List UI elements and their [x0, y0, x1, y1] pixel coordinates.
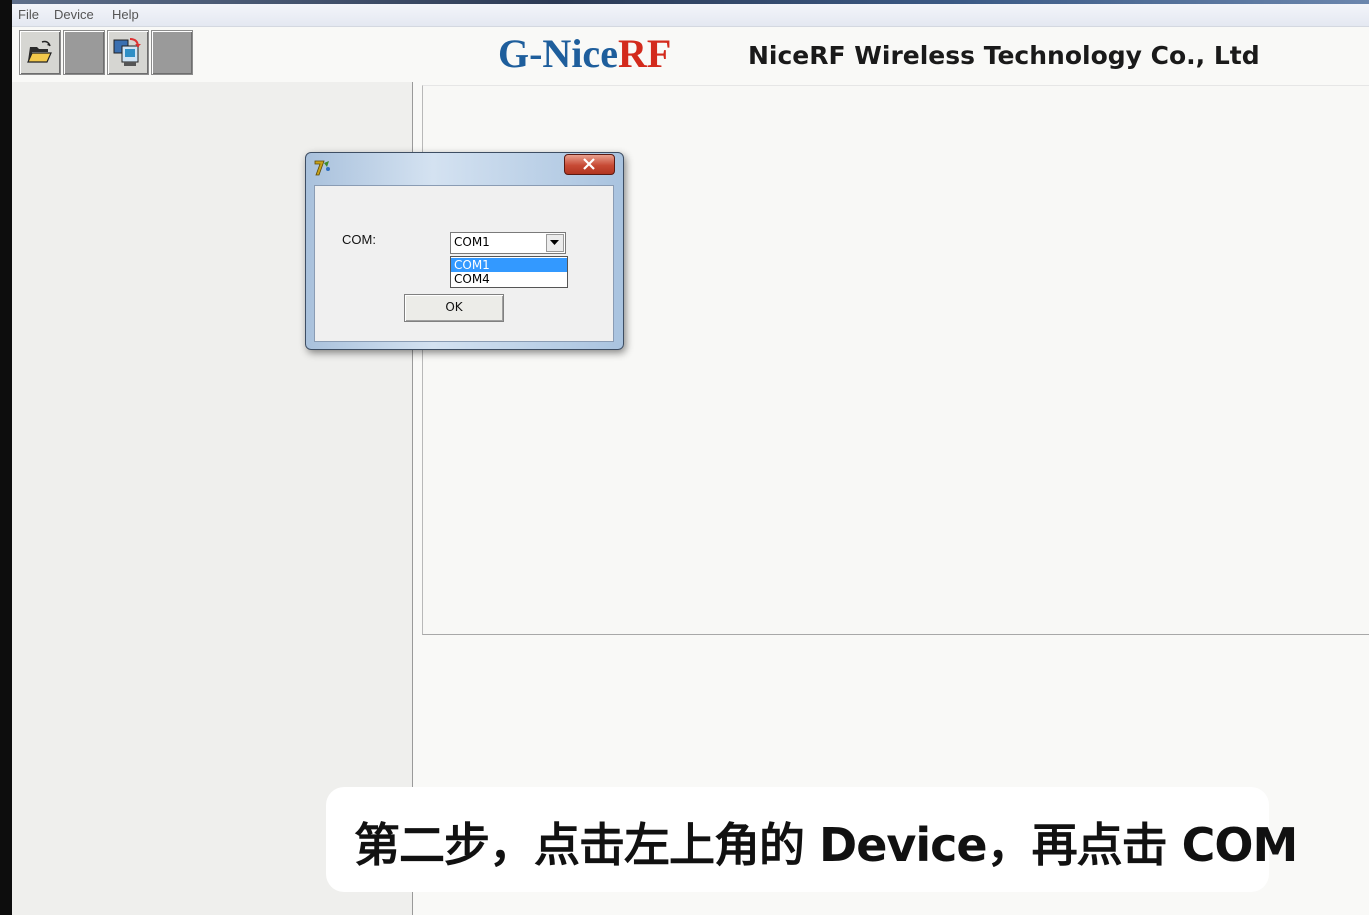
menu-file[interactable]: File — [18, 7, 39, 22]
com-options-list: COM1 COM4 — [450, 256, 568, 288]
com-select-value: COM1 — [454, 235, 490, 249]
ok-button[interactable]: OK — [404, 294, 504, 322]
menu-bar: File Device Help — [12, 4, 1369, 27]
subtitle-caption: 第二步，点击左上角的 Device，再点击 COM — [326, 787, 1298, 892]
dropdown-arrow-button[interactable] — [546, 234, 564, 252]
open-button[interactable] — [19, 30, 61, 75]
caption-text: 第二步，点击左上角的 Device，再点击 COM — [354, 818, 1298, 872]
close-button[interactable] — [564, 154, 615, 175]
screen-edge — [0, 0, 12, 915]
close-icon — [583, 158, 595, 170]
app-icon — [314, 160, 330, 176]
brand-suffix: RF — [617, 31, 672, 76]
toolbar — [12, 27, 413, 82]
open-folder-icon — [27, 40, 52, 63]
toolbar-button-2[interactable] — [63, 30, 105, 75]
com-option[interactable]: COM1 — [451, 258, 567, 272]
toolbar-button-4[interactable] — [151, 30, 193, 75]
com-dialog: COM: COM1 COM1 COM4 OK — [305, 152, 624, 350]
device-config-icon — [113, 38, 141, 66]
brand-prefix: G-Nice — [498, 31, 618, 76]
menu-help[interactable]: Help — [112, 7, 139, 22]
dialog-body: COM: COM1 COM1 COM4 OK — [314, 185, 614, 342]
company-name: NiceRF Wireless Technology Co., Ltd — [748, 41, 1260, 70]
com-label: COM: — [342, 232, 376, 247]
menu-device[interactable]: Device — [54, 7, 94, 22]
chevron-down-icon — [550, 240, 559, 245]
device-button[interactable] — [107, 30, 149, 75]
brand-logo: G-NiceRF — [498, 30, 671, 77]
com-option[interactable]: COM4 — [451, 272, 567, 286]
com-select[interactable]: COM1 — [450, 232, 566, 254]
